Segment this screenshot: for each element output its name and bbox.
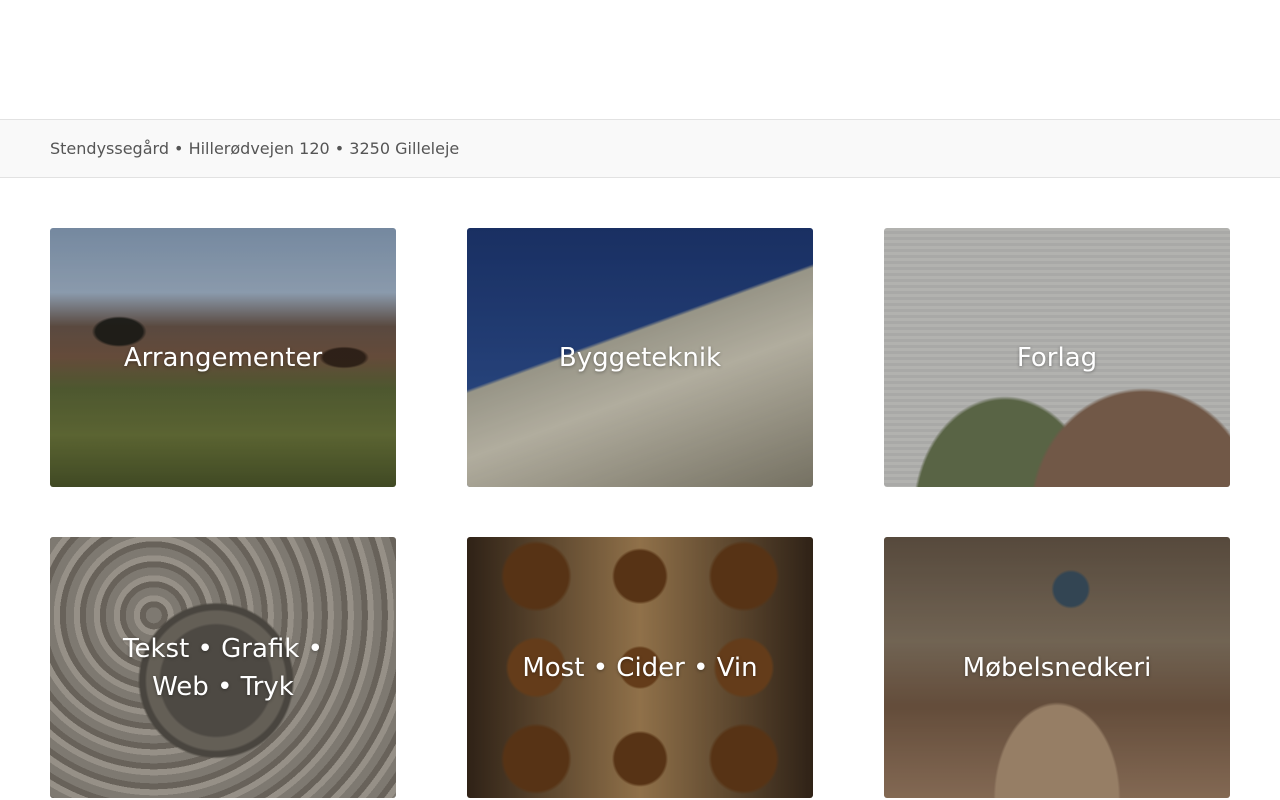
tile-label: Tekst • Grafik • Web • Tryk bbox=[123, 633, 323, 702]
tile-arrangementer[interactable]: Arrangementer bbox=[50, 228, 396, 487]
header bbox=[0, 0, 1280, 120]
tile-grid: Arrangementer Byggeteknik Forlag Tekst •… bbox=[0, 178, 1280, 800]
address-bar: Stendyssegård • Hillerødvejen 120 • 3250… bbox=[0, 120, 1280, 178]
tile-tekst-grafik-web-tryk[interactable]: Tekst • Grafik • Web • Tryk bbox=[50, 537, 396, 798]
tile-byggeteknik[interactable]: Byggeteknik bbox=[467, 228, 813, 487]
tile-label: Møbelsnedkeri bbox=[962, 652, 1152, 683]
address-text: Stendyssegård • Hillerødvejen 120 • 3250… bbox=[50, 139, 460, 158]
tile-label: Arrangementer bbox=[123, 342, 323, 373]
tile-forlag[interactable]: Forlag bbox=[884, 228, 1230, 487]
tile-mobelsnedkeri[interactable]: Møbelsnedkeri bbox=[884, 537, 1230, 798]
tile-label: Byggeteknik bbox=[558, 342, 722, 373]
tile-label: Forlag bbox=[1016, 342, 1098, 373]
tile-most-cider-vin[interactable]: Most • Cider • Vin bbox=[467, 537, 813, 798]
tile-label: Most • Cider • Vin bbox=[522, 652, 758, 683]
